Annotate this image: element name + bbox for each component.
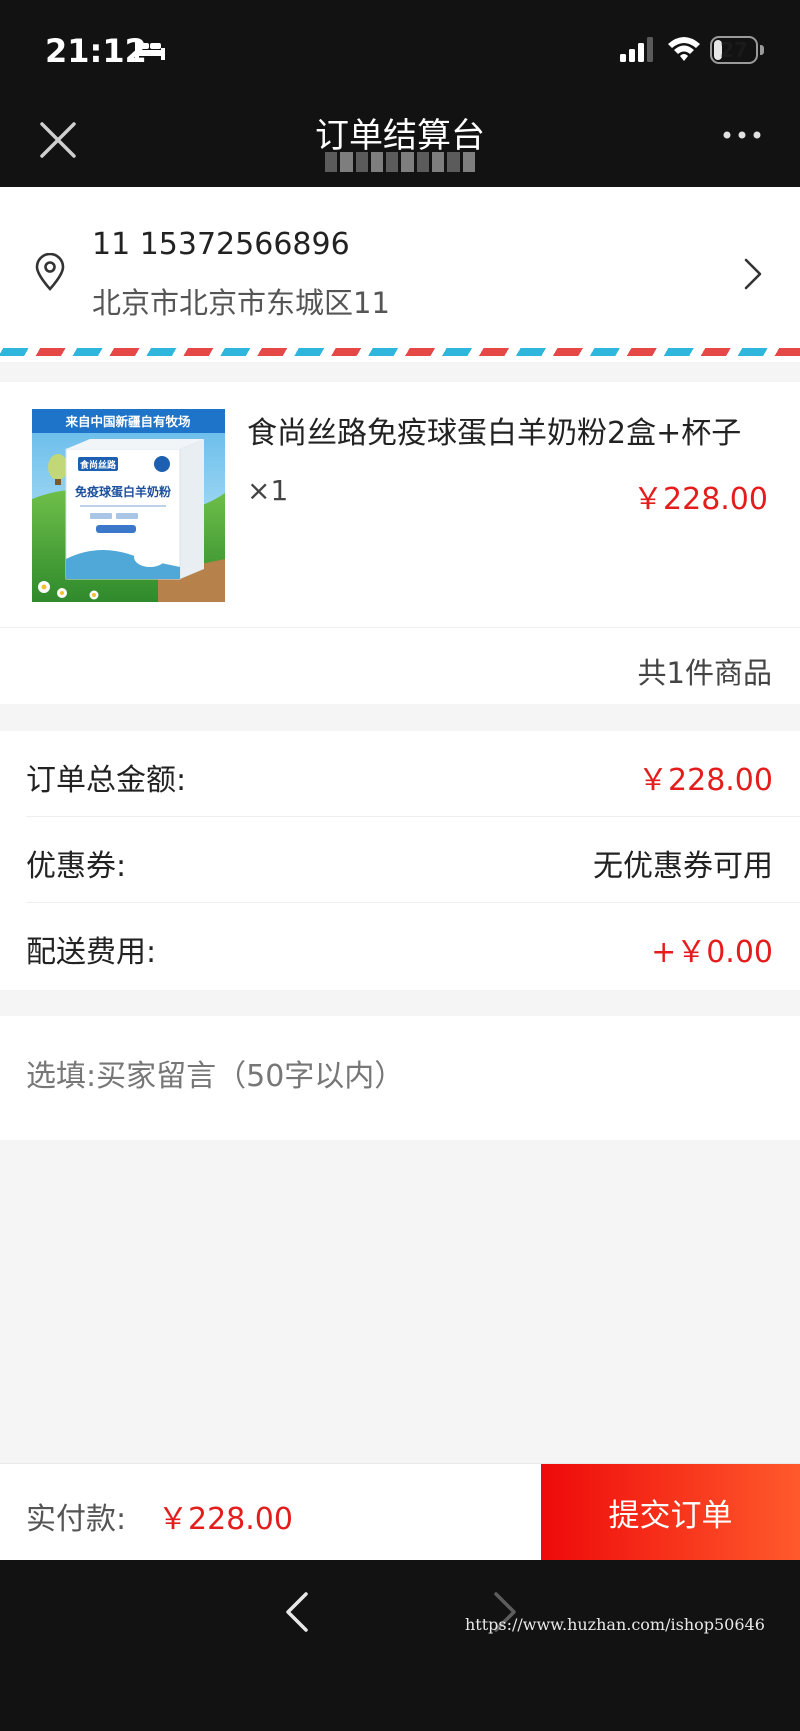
bed-icon	[135, 40, 165, 60]
checkout-bar: 实付款: ￥228.00 提交订单	[0, 1463, 800, 1561]
buyer-message-input[interactable]	[26, 1044, 766, 1108]
recipient-name-phone: 11 15372566896	[92, 227, 350, 262]
recipient-address: 北京市北京市东城区11	[92, 286, 390, 320]
buyer-message-section	[0, 1016, 800, 1140]
shipping-fee-value: +￥0.00	[651, 935, 773, 970]
product-image-banner: 来自中国新疆自有牧场	[64, 414, 190, 429]
product-title[interactable]: 食尚丝路免疫球蛋白羊奶粉2盒+杯子	[247, 408, 741, 452]
coupon-value: 无优惠券可用	[593, 849, 773, 884]
wifi-icon	[668, 37, 700, 61]
browser-toolbar: https://www.huzhan.com/ishop50646	[0, 1560, 800, 1731]
coupon-label: 优惠券:	[26, 849, 127, 884]
airmail-border	[0, 348, 800, 356]
battery-level: 27	[720, 38, 748, 62]
product-count: 共1件商品	[637, 656, 772, 690]
product-image-brand: 食尚丝路	[79, 459, 117, 471]
order-summary: 订单总金额: ￥228.00 优惠券: 无优惠券可用 配送费用: +￥0.00	[0, 731, 800, 990]
nav-bar: 订单结算台	[0, 100, 800, 187]
submit-order-button[interactable]: 提交订单	[541, 1464, 800, 1561]
product-image-name: 免疫球蛋白羊奶粉	[75, 484, 171, 499]
pay-label: 实付款:	[26, 1502, 127, 1537]
watermark: https://www.huzhan.com/ishop50646	[465, 1615, 765, 1634]
order-total-label: 订单总金额:	[26, 763, 187, 798]
product-quantity: ×1	[247, 474, 289, 507]
status-bar: 21:12 27	[0, 0, 800, 100]
battery-icon: 27	[710, 36, 758, 64]
battery-tip	[760, 45, 764, 55]
pay-amount: ￥228.00	[158, 1502, 293, 1537]
order-total-value: ￥228.00	[638, 763, 773, 798]
product-image[interactable]: 来自中国新疆自有牧场 食尚丝路 免疫球蛋白羊奶粉	[32, 409, 225, 602]
back-arrow-icon[interactable]	[280, 1590, 316, 1634]
divider	[0, 627, 800, 628]
status-time: 21:12	[45, 32, 147, 70]
chevron-right-icon	[744, 258, 762, 290]
address-card[interactable]: 11 15372566896 北京市北京市东城区11	[0, 187, 800, 362]
shipping-fee-label: 配送费用:	[26, 935, 157, 970]
shipping-fee-row: 配送费用: +￥0.00	[0, 903, 800, 989]
product-price: ￥228.00	[633, 482, 768, 517]
product-card: 来自中国新疆自有牧场 食尚丝路 免疫球蛋白羊奶粉 食尚丝路免疫球蛋白羊奶粉2盒+…	[0, 382, 800, 704]
more-icon[interactable]	[722, 128, 762, 142]
coupon-row[interactable]: 优惠券: 无优惠券可用	[0, 817, 800, 903]
location-pin-icon	[35, 253, 65, 291]
page-title: 订单结算台	[315, 116, 485, 156]
order-total-row: 订单总金额: ￥228.00	[0, 731, 800, 817]
blurred-subtitle	[325, 152, 475, 172]
cellular-signal-icon	[620, 37, 653, 62]
